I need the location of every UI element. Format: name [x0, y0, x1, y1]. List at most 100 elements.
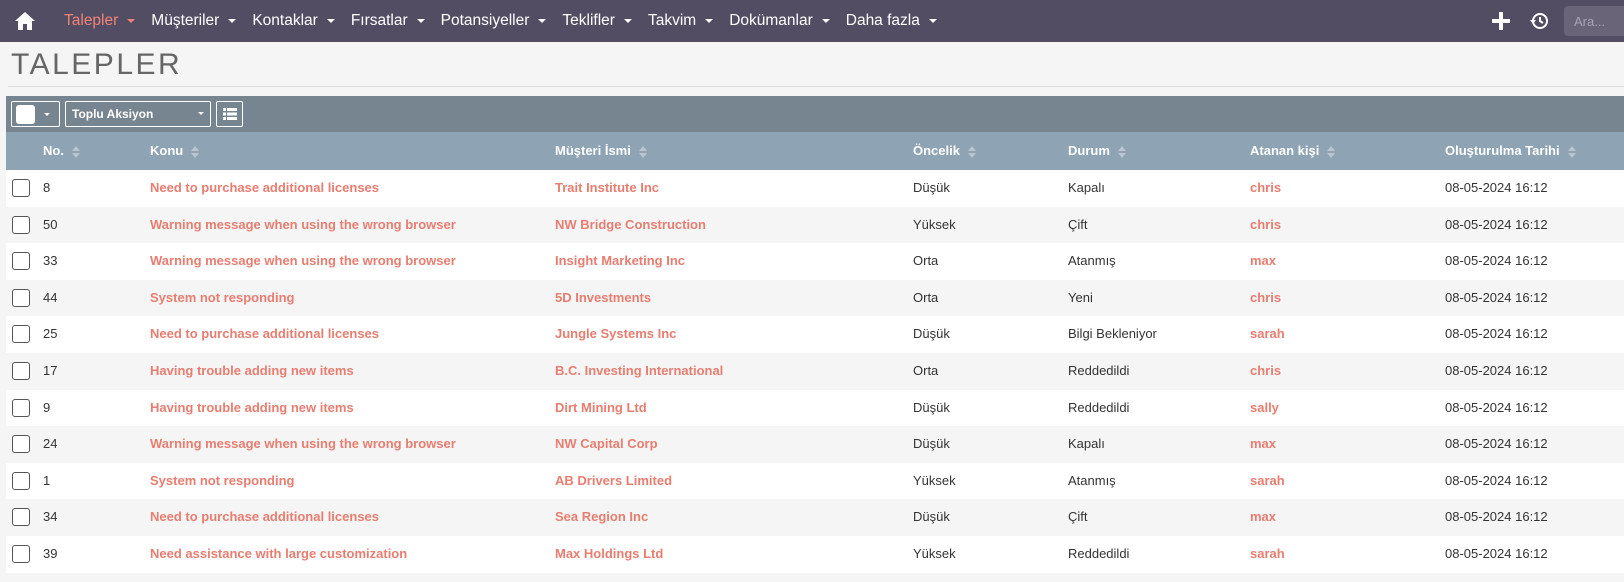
nav-item[interactable]: Potansiyeller: [433, 0, 555, 42]
nav-item[interactable]: Müşteriler: [143, 0, 244, 42]
column-header-durum[interactable]: Durum: [1068, 132, 1126, 170]
cell-atanan-link[interactable]: sarah: [1250, 463, 1285, 500]
cell-no: 39: [43, 545, 58, 561]
cell-konu-link[interactable]: Warning message when using the wrong bro…: [150, 207, 456, 244]
select-all-dropdown[interactable]: [11, 101, 60, 127]
column-header-tarih[interactable]: Oluşturulma Tarihi: [1445, 132, 1576, 170]
nav-item-label: Fırsatlar: [350, 12, 408, 29]
select-all-checkbox[interactable]: [16, 104, 35, 124]
cell-musteri-link[interactable]: Dirt Mining Ltd: [555, 390, 647, 427]
cell-konu-link[interactable]: System not responding: [150, 463, 294, 500]
cell-tarih: 08-05-2024 16:12: [1445, 326, 1548, 342]
nav-item[interactable]: Kontaklar: [244, 0, 342, 42]
cell-atanan-link[interactable]: chris: [1250, 280, 1281, 317]
bulk-action-dropdown[interactable]: Toplu Aksiyon: [65, 101, 211, 127]
cell-durum: Yeni: [1068, 289, 1093, 305]
row-checkbox[interactable]: [12, 361, 30, 380]
cell-tarih: 08-05-2024 16:12: [1445, 180, 1548, 195]
search-input[interactable]: [1564, 6, 1624, 36]
column-header-no[interactable]: No.: [43, 132, 80, 170]
cell-atanan-link[interactable]: max: [1250, 426, 1276, 463]
nav-item[interactable]: Daha fazla: [838, 0, 945, 42]
table-row: 34 Need to purchase additional licenses Se…: [6, 499, 1624, 536]
cell-atanan-link[interactable]: max: [1250, 499, 1276, 536]
row-checkbox[interactable]: [12, 435, 30, 454]
cell-oncelik: Yüksek: [913, 216, 956, 232]
cell-musteri-link[interactable]: B.C. Investing International: [555, 353, 723, 390]
column-header-oncelik[interactable]: Öncelik: [913, 132, 976, 170]
cell-musteri-link[interactable]: Jungle Systems Inc: [555, 316, 676, 353]
cell-musteri-link[interactable]: Max Holdings Ltd: [555, 536, 663, 573]
cell-atanan-link[interactable]: chris: [1250, 207, 1281, 244]
cell-durum: Atanmış: [1068, 253, 1116, 269]
chevron-down-icon: [705, 19, 714, 23]
row-checkbox[interactable]: [12, 288, 30, 307]
recent-button[interactable]: [1520, 0, 1558, 42]
cell-konu-link[interactable]: Need assistance with large customization: [150, 536, 407, 573]
history-icon: [1530, 13, 1548, 29]
cell-no: 44: [43, 289, 58, 305]
nav-item[interactable]: Teklifler: [554, 0, 640, 42]
cell-atanan-link[interactable]: max: [1250, 243, 1276, 280]
cell-atanan-link[interactable]: sally: [1250, 390, 1279, 427]
cell-tarih: 08-05-2024 16:12: [1445, 472, 1548, 488]
cell-musteri-link[interactable]: 5D Investments: [555, 280, 651, 317]
cell-musteri-link[interactable]: NW Capital Corp: [555, 426, 658, 463]
column-header-atanan[interactable]: Atanan kişi: [1250, 132, 1336, 170]
sort-icon: [71, 145, 80, 159]
row-checkbox[interactable]: [12, 179, 30, 197]
nav-menu: Talepler Müşteriler Kontaklar Fırsatlar Pota…: [56, 0, 945, 42]
table-row: 44 System not responding 5D Investments Ort…: [6, 279, 1624, 317]
cell-no: 9: [43, 399, 51, 415]
nav-item[interactable]: Fırsatlar: [343, 0, 433, 42]
row-checkbox[interactable]: [12, 544, 30, 563]
cell-atanan-link[interactable]: sarah: [1250, 536, 1285, 573]
table-row: 9 Having trouble adding new items Dirt Min…: [6, 389, 1624, 427]
nav-item[interactable]: Dokümanlar: [721, 0, 838, 42]
column-header-musteri[interactable]: Müşteri İsmi: [555, 132, 647, 170]
cell-musteri-link[interactable]: Sea Region Inc: [555, 499, 648, 536]
cell-oncelik: Düşük: [913, 399, 950, 415]
row-checkbox[interactable]: [12, 398, 30, 417]
create-button[interactable]: [1482, 0, 1520, 42]
cell-no: 8: [43, 180, 51, 195]
table-row: 17 Having trouble adding new items B.C. In…: [6, 352, 1624, 390]
cell-oncelik: Yüksek: [913, 472, 956, 488]
cell-konu-link[interactable]: Having trouble adding new items: [150, 353, 354, 390]
cell-musteri-link[interactable]: Insight Marketing Inc: [555, 243, 685, 280]
nav-item[interactable]: Talepler: [56, 0, 143, 42]
nav-item[interactable]: Takvim: [640, 0, 721, 42]
column-header-konu[interactable]: Konu: [150, 132, 200, 170]
title-divider: [8, 86, 1624, 87]
cell-konu-link[interactable]: System not responding: [150, 280, 294, 317]
home-button[interactable]: [0, 0, 50, 42]
chevron-down-icon: [127, 19, 136, 23]
cell-konu-link[interactable]: Need to purchase additional licenses: [150, 316, 379, 353]
chevron-down-icon: [44, 112, 50, 116]
cell-konu-link[interactable]: Warning message when using the wrong bro…: [150, 243, 456, 280]
cell-no: 34: [43, 509, 58, 525]
cell-musteri-link[interactable]: AB Drivers Limited: [555, 463, 672, 500]
cell-atanan-link[interactable]: chris: [1250, 353, 1281, 390]
table-body: 8 Need to purchase additional licenses Tra…: [6, 170, 1624, 573]
row-checkbox[interactable]: [12, 215, 30, 234]
cell-tarih: 08-05-2024 16:12: [1445, 253, 1548, 269]
cell-atanan-link[interactable]: sarah: [1250, 316, 1285, 353]
column-chooser-button[interactable]: [216, 101, 243, 127]
cell-oncelik: Düşük: [913, 509, 950, 525]
table-row: 50 Warning message when using the wrong b…: [6, 206, 1624, 244]
row-checkbox[interactable]: [12, 471, 30, 490]
chevron-down-icon: [928, 19, 937, 23]
cell-durum: Reddedildi: [1068, 545, 1130, 561]
row-checkbox[interactable]: [12, 325, 30, 344]
cell-konu-link[interactable]: Warning message when using the wrong bro…: [150, 426, 456, 463]
cell-musteri-link[interactable]: Trait Institute Inc: [555, 170, 659, 207]
cell-konu-link[interactable]: Need to purchase additional licenses: [150, 170, 379, 207]
cell-konu-link[interactable]: Having trouble adding new items: [150, 390, 354, 427]
cell-konu-link[interactable]: Need to purchase additional licenses: [150, 499, 379, 536]
row-checkbox[interactable]: [12, 508, 30, 527]
cell-durum: Bilgi Bekleniyor: [1068, 326, 1157, 342]
cell-atanan-link[interactable]: chris: [1250, 170, 1281, 207]
row-checkbox[interactable]: [12, 252, 30, 271]
cell-musteri-link[interactable]: NW Bridge Construction: [555, 207, 706, 244]
